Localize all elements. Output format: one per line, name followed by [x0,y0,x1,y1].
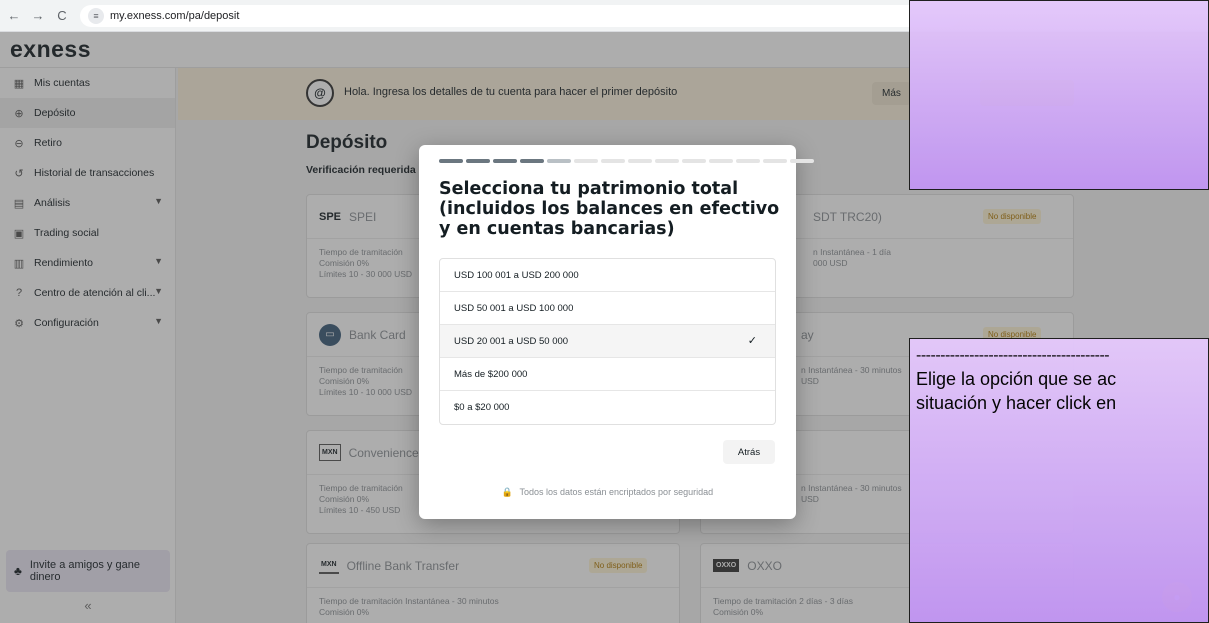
progress-segment [520,159,544,163]
annotation-line-2: situación y hacer click en [916,393,1117,413]
progress-segment [547,159,571,163]
address-bar[interactable]: ≡ my.exness.com/pa/deposit [80,4,960,27]
progress-segment [709,159,733,163]
annotation-line-1: Elige la opción que se ac [916,369,1117,389]
progress-segment [439,159,463,163]
wealth-option-label: USD 20 001 a USD 50 000 [454,335,569,347]
url-text: my.exness.com/pa/deposit [110,9,240,22]
security-note: 🔒 Todos los datos están encriptados por … [419,487,796,498]
progress-segment [466,159,490,163]
security-note-text: Todos los datos están encriptados por se… [519,487,714,497]
checkmark-icon: ✓ [747,335,757,347]
wealth-option[interactable]: Más de $200 000 [440,358,775,391]
back-arrow-icon[interactable]: ← [4,6,24,26]
wealth-option[interactable]: USD 50 001 a USD 100 000 [440,292,775,325]
progress-segment [493,159,517,163]
annotation-box-top [909,0,1209,190]
wealth-option-label: USD 50 001 a USD 100 000 [454,302,574,314]
wealth-questionnaire-modal: Selecciona tu patrimonio total (incluido… [419,145,814,519]
lock-icon: 🔒 [501,487,514,497]
wealth-option[interactable]: USD 20 001 a USD 50 000 ✓ [440,325,775,358]
progress-segment [574,159,598,163]
reload-icon[interactable]: C [52,6,72,26]
annotation-text: Elige la opción que se ac situación y ha… [916,367,1116,415]
wealth-option-label: USD 100 001 a USD 200 000 [454,269,579,281]
site-info-icon[interactable]: ≡ [88,7,104,24]
progress-segment [682,159,706,163]
wealth-options-list: USD 100 001 a USD 200 000 USD 50 001 a US… [439,258,776,425]
progress-segment [763,159,787,163]
progress-segment [736,159,760,163]
progress-segment [601,159,625,163]
wealth-option[interactable]: USD 100 001 a USD 200 000 [440,259,775,292]
step-progress-bar [439,159,814,163]
wealth-option[interactable]: $0 a $20 000 [440,391,775,424]
progress-segment [628,159,652,163]
wealth-option-label: Más de $200 000 [454,368,528,380]
back-button[interactable]: Atrás [723,440,775,464]
wealth-option-label: $0 a $20 000 [454,402,510,413]
progress-segment [655,159,679,163]
progress-segment [790,159,814,163]
forward-arrow-icon[interactable]: → [28,6,48,26]
modal-title: Selecciona tu patrimonio total (incluido… [439,179,780,239]
annotation-divider: ---------------------------------------- [916,347,1110,364]
annotation-box-bottom: ----------------------------------------… [909,338,1209,623]
